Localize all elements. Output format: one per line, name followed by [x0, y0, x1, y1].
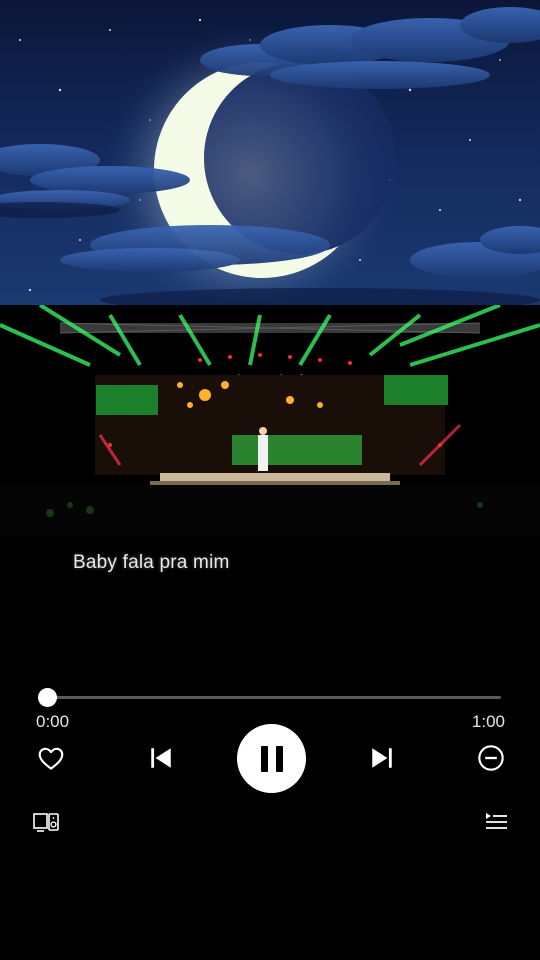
remove-button[interactable] — [476, 743, 506, 773]
previous-button[interactable] — [146, 743, 176, 773]
minus-circle-icon — [478, 745, 504, 771]
pause-button[interactable] — [237, 724, 306, 793]
album-artwork — [0, 0, 540, 305]
devices-button[interactable] — [32, 809, 60, 835]
queue-button[interactable] — [482, 809, 510, 835]
like-button[interactable] — [36, 743, 66, 773]
total-duration: 1:00 — [471, 712, 505, 731]
heart-icon — [38, 747, 64, 770]
skip-previous-icon — [151, 748, 171, 768]
progress-knob[interactable] — [38, 688, 57, 707]
connect-device-icon — [33, 813, 59, 832]
pause-icon — [260, 745, 283, 772]
video-frame — [0, 305, 540, 535]
lyric-line: Baby fala pra mim — [73, 552, 230, 573]
concert-stage-illustration — [0, 305, 540, 535]
crescent-moon-illustration — [0, 0, 540, 305]
skip-next-icon — [372, 748, 392, 768]
next-button[interactable] — [367, 743, 397, 773]
progress-bar[interactable] — [38, 688, 501, 707]
elapsed-time: 0:00 — [36, 712, 70, 731]
queue-icon — [486, 813, 507, 829]
